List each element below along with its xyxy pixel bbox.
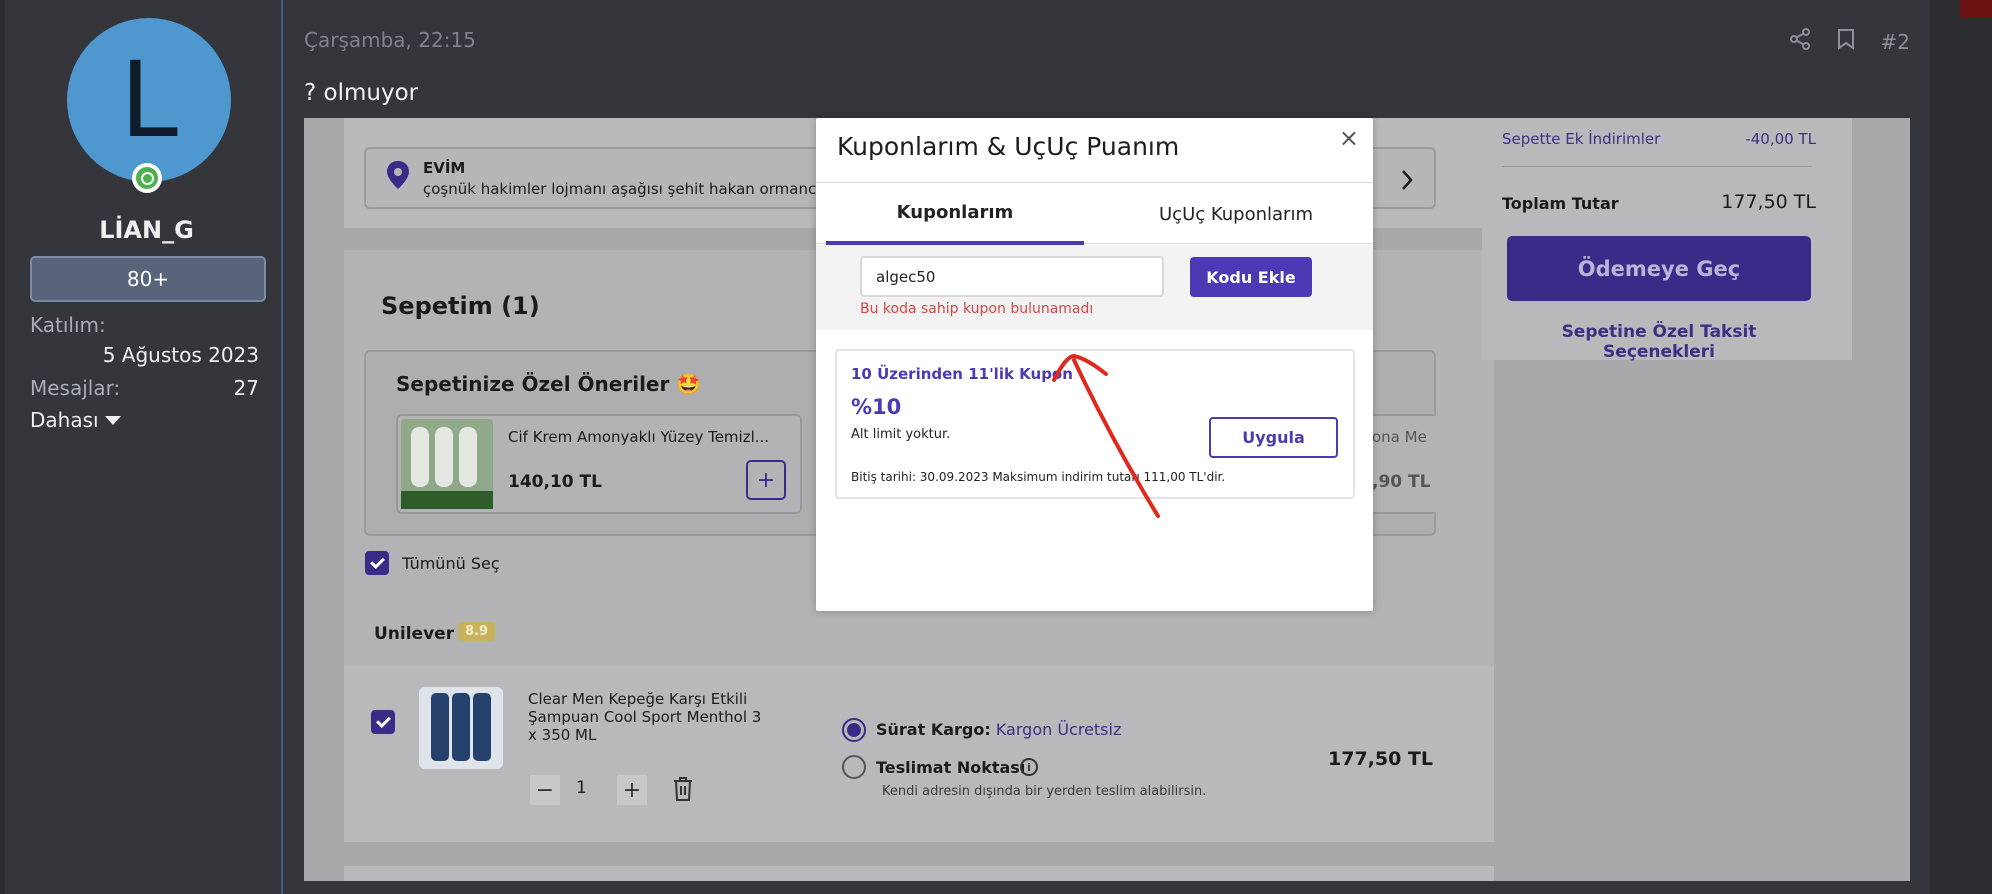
- chevron-right-icon[interactable]: [1400, 169, 1414, 191]
- coupon-code-input[interactable]: algec50: [860, 256, 1164, 297]
- coupon-name: 10 Üzerinden 11'lik Kupon: [851, 365, 1073, 383]
- fast-shipping-value: Kargon Ücretsiz: [995, 720, 1122, 739]
- installments-link[interactable]: Sepetine Özel Taksit Seçenekleri: [1507, 322, 1811, 362]
- coupon-modal: Kuponlarım & UçUç Puanım × Kuponlarım Uç…: [816, 118, 1373, 611]
- product-name[interactable]: Clear Men Kepeğe Karşı Etkili Şampuan Co…: [528, 690, 768, 744]
- summary-divider: [1502, 166, 1812, 167]
- coupon-expiry: Bitiş tarihi: 30.09.2023 Maksimum indiri…: [851, 470, 1226, 484]
- post-actions: #2: [1789, 28, 1910, 55]
- suggestions-title: Sepetinize Özel Öneriler 🤩: [396, 372, 702, 396]
- trash-icon[interactable]: [672, 776, 694, 802]
- online-status-icon: [132, 163, 162, 193]
- discount-value: -40,00 TL: [1745, 130, 1816, 148]
- qty-value: 1: [576, 778, 587, 798]
- corner-marker: [1960, 0, 1992, 18]
- radio-fast-shipping[interactable]: [842, 718, 866, 742]
- select-all-label[interactable]: Tümünü Seç: [402, 554, 500, 573]
- right-gutter: [1930, 0, 1992, 894]
- username[interactable]: LİAN_G: [5, 216, 288, 244]
- coupon-code-area: algec50 Kodu Ekle Bu koda sahip kupon bu…: [816, 245, 1373, 330]
- discount-label: Sepette Ek İndirimler: [1502, 130, 1661, 148]
- coupon-card: 10 Üzerinden 11'lik Kupon %10 Alt limit …: [835, 349, 1355, 499]
- bookmark-icon[interactable]: [1837, 28, 1855, 55]
- joined-value: 5 Ağustos 2023: [102, 343, 259, 367]
- next-card: [344, 866, 1494, 881]
- post-date[interactable]: Çarşamba, 22:15: [304, 28, 476, 52]
- location-pin-icon: [387, 161, 409, 189]
- qty-plus-button[interactable]: +: [617, 775, 647, 805]
- tab-my-coupons[interactable]: Kuponlarım: [826, 183, 1084, 245]
- post-text: ? olmuyor: [304, 80, 419, 106]
- suggestion-card[interactable]: Cif Krem Amonyaklı Yüzey Temizl... 140,1…: [396, 414, 802, 514]
- checkout-button[interactable]: Ödemeye Geç: [1507, 236, 1811, 301]
- suggestion-name: Cif Krem Amonyaklı Yüzey Temizl...: [508, 428, 770, 446]
- close-icon[interactable]: ×: [1339, 124, 1359, 152]
- product-checkbox[interactable]: [371, 710, 395, 734]
- joined-label: Katılım:: [30, 313, 106, 337]
- add-to-cart-button[interactable]: +: [746, 460, 786, 500]
- user-badge: 80+: [30, 256, 266, 302]
- share-icon[interactable]: [1789, 28, 1811, 55]
- user-sidebar: L LİAN_G 80+ Katılım: 5 Ağustos 2023 Mes…: [0, 0, 283, 894]
- pickup-label[interactable]: Teslimat Noktası: [876, 758, 1025, 777]
- coupon-limit: Alt limit yoktur.: [851, 427, 951, 442]
- messages-value: 27: [233, 376, 259, 400]
- suggestion-partial-price: ,90 TL: [1372, 472, 1431, 492]
- add-code-button[interactable]: Kodu Ekle: [1190, 257, 1312, 297]
- product-price: 177,50 TL: [1328, 748, 1434, 770]
- select-all-checkbox[interactable]: [365, 551, 389, 575]
- post-number-link[interactable]: #2: [1881, 30, 1910, 54]
- pickup-note: Kendi adresin dışında bir yerden teslim …: [882, 784, 1207, 799]
- avatar-letter: L: [120, 39, 178, 161]
- messages-label: Mesajlar:: [30, 376, 121, 400]
- apply-coupon-button[interactable]: Uygula: [1209, 417, 1338, 458]
- product-thumbnail: [401, 419, 493, 509]
- tab-ucuc-coupons[interactable]: UçUç Kuponlarım: [1106, 183, 1366, 245]
- product-image[interactable]: [419, 687, 503, 769]
- total-label: Toplam Tutar: [1502, 194, 1619, 213]
- caret-down-icon: [104, 415, 121, 425]
- avatar[interactable]: L: [67, 18, 231, 182]
- suggestion-partial-name: ona Me: [1372, 428, 1427, 446]
- info-icon[interactable]: i: [1020, 758, 1038, 776]
- suggestion-price: 140,10 TL: [508, 472, 602, 492]
- modal-title: Kuponlarım & UçUç Puanım: [837, 132, 1180, 161]
- radio-pickup-point[interactable]: [842, 755, 866, 779]
- modal-tabs: Kuponlarım UçUç Kuponlarım: [816, 182, 1373, 245]
- more-label: Dahası: [30, 408, 99, 432]
- fast-shipping-label: Sürat Kargo:: [876, 720, 991, 739]
- total-value: 177,50 TL: [1721, 191, 1816, 213]
- more-toggle[interactable]: Dahası: [30, 408, 121, 432]
- seller-rating-badge: 8.9: [458, 622, 496, 641]
- fast-shipping[interactable]: Sürat Kargo: Kargon Ücretsiz: [876, 720, 1121, 739]
- code-error-message: Bu koda sahip kupon bulunamadı: [860, 301, 1094, 317]
- suggestion-card-partial[interactable]: ona Me ,90 TL: [1366, 414, 1436, 514]
- cart-title: Sepetim (1): [381, 292, 540, 320]
- qty-minus-button[interactable]: −: [530, 775, 560, 805]
- product-card: [344, 666, 1494, 842]
- coupon-rate: %10: [851, 395, 902, 419]
- seller-name[interactable]: Unilever: [374, 624, 454, 644]
- address-label: EVİM: [423, 159, 466, 177]
- address-text: çoşnük hakimler lojmanı aşağısı şehit ha…: [423, 180, 840, 198]
